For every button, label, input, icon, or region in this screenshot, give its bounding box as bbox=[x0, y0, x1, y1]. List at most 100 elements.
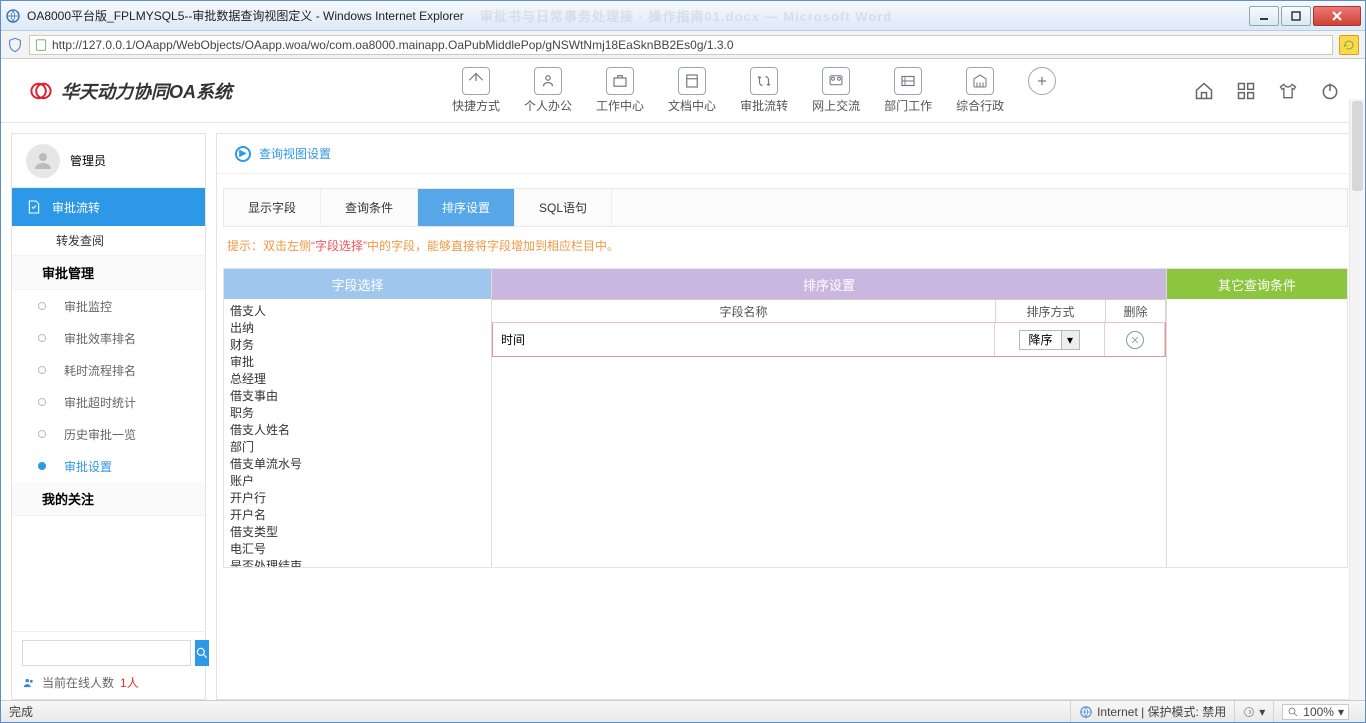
sidebar-item-label: 历史审批一览 bbox=[64, 426, 136, 443]
status-zone-internet: Internet | 保护模式: 禁用 bbox=[1070, 701, 1234, 722]
maximize-button[interactable] bbox=[1281, 6, 1311, 26]
topnav-icon bbox=[750, 67, 778, 95]
arrow-right-icon: ▶ bbox=[235, 146, 251, 162]
topnav-icon bbox=[462, 67, 490, 95]
sidebar-item-1[interactable]: 审批效率排名 bbox=[12, 322, 205, 354]
url-text: http://127.0.0.1/OAapp/WebObjects/OAapp.… bbox=[52, 38, 734, 52]
topnav-label: 工作中心 bbox=[596, 97, 644, 114]
sidebar-item-0[interactable]: 审批监控 bbox=[12, 290, 205, 322]
sidebar-link-forward[interactable]: 转发查阅 bbox=[12, 226, 205, 256]
topnav-item-3[interactable]: 文档中心 bbox=[668, 67, 716, 114]
sidebar-item-3[interactable]: 审批超时统计 bbox=[12, 386, 205, 418]
sidebar-search-input[interactable] bbox=[22, 640, 191, 666]
field-list-item[interactable]: 账户 bbox=[230, 473, 485, 490]
zoom-dropdown[interactable]: 100% ▾ bbox=[1282, 704, 1349, 720]
field-list-item[interactable]: 职务 bbox=[230, 405, 485, 422]
sidebar-item-label: 审批效率排名 bbox=[64, 330, 136, 347]
field-list-item[interactable]: 部门 bbox=[230, 439, 485, 456]
field-list-item[interactable]: 借支人 bbox=[230, 303, 485, 320]
field-list-item[interactable]: 电汇号 bbox=[230, 541, 485, 558]
topnav-add-button[interactable] bbox=[1028, 67, 1056, 114]
sort-field-name: 时间 bbox=[493, 323, 995, 356]
topnav-item-6[interactable]: 部门工作 bbox=[884, 67, 932, 114]
sidebar-group-follow[interactable]: 我的关注 bbox=[12, 482, 205, 516]
logo-icon bbox=[25, 81, 53, 101]
col-header-other: 其它查询条件 bbox=[1167, 269, 1347, 299]
sidebar-search-button[interactable] bbox=[195, 640, 209, 666]
delete-row-button[interactable] bbox=[1126, 331, 1144, 349]
sidebar-item-label: 审批设置 bbox=[64, 458, 112, 475]
sidebar-group-manage[interactable]: 审批管理 bbox=[12, 256, 205, 290]
topnav-label: 综合行政 bbox=[956, 97, 1004, 114]
sort-grid-header: 字段名称 排序方式 删除 bbox=[492, 299, 1166, 323]
topnav-icon bbox=[606, 67, 634, 95]
dot-icon bbox=[38, 366, 46, 374]
other-conditions-column: 其它查询条件 bbox=[1167, 269, 1347, 567]
app-header: 华天动力协同OA系统 快捷方式个人办公工作中心文档中心审批流转网上交流部门工作综… bbox=[1, 59, 1365, 123]
topnav-item-1[interactable]: 个人办公 bbox=[524, 67, 572, 114]
hint-text: 提示：双击左侧“字段选择”中的字段，能够直接将字段增加到相应栏目中。 bbox=[227, 237, 1344, 254]
dot-icon bbox=[38, 430, 46, 438]
field-list-item[interactable]: 总经理 bbox=[230, 371, 485, 388]
background-window-title: 审批书与日常事务处理接 · 操作指南01.docx — Microsoft Wo… bbox=[480, 6, 892, 25]
chevron-down-icon: ▾ bbox=[1061, 331, 1079, 349]
field-list-item[interactable]: 借支人姓名 bbox=[230, 422, 485, 439]
home-icon[interactable] bbox=[1193, 80, 1215, 102]
dot-icon bbox=[38, 398, 46, 406]
field-list-item[interactable]: 借支单流水号 bbox=[230, 456, 485, 473]
sidebar-item-2[interactable]: 耗时流程排名 bbox=[12, 354, 205, 386]
apps-icon[interactable] bbox=[1235, 80, 1257, 102]
topnav-icon bbox=[894, 67, 922, 95]
topnav-item-2[interactable]: 工作中心 bbox=[596, 67, 644, 114]
topnav-item-7[interactable]: 综合行政 bbox=[956, 67, 1004, 114]
field-list[interactable]: 借支人出纳财务审批总经理借支事由职务借支人姓名部门借支单流水号账户开户行开户名借… bbox=[224, 299, 491, 567]
field-list-item[interactable]: 开户行 bbox=[230, 490, 485, 507]
dot-icon bbox=[38, 302, 46, 310]
window-titlebar: OA8000平台版_FPLMYSQL5--审批数据查询视图定义 - Window… bbox=[1, 1, 1365, 31]
topnav-item-5[interactable]: 网上交流 bbox=[812, 67, 860, 114]
power-icon[interactable] bbox=[1319, 80, 1341, 102]
field-select-column: 字段选择 借支人出纳财务审批总经理借支事由职务借支人姓名部门借支单流水号账户开户… bbox=[224, 269, 492, 567]
url-input[interactable]: http://127.0.0.1/OAapp/WebObjects/OAapp.… bbox=[29, 35, 1333, 55]
sidebar-item-label: 审批监控 bbox=[64, 298, 112, 315]
sort-settings-column: 排序设置 字段名称 排序方式 删除 时间 降序▾ bbox=[492, 269, 1167, 567]
close-button[interactable] bbox=[1313, 6, 1361, 26]
refresh-button[interactable] bbox=[1339, 35, 1359, 55]
topnav-item-0[interactable]: 快捷方式 bbox=[452, 67, 500, 114]
sort-order-select[interactable]: 降序▾ bbox=[1019, 330, 1079, 350]
sidebar-item-5[interactable]: 审批设置 bbox=[12, 450, 205, 482]
field-list-item[interactable]: 审批 bbox=[230, 354, 485, 371]
dot-icon bbox=[38, 462, 46, 470]
sidebar: 管理员 审批流转 转发查阅 审批管理 审批监控审批效率排名耗时流程排名审批超时统… bbox=[11, 133, 206, 700]
content-tab-0[interactable]: 显示字段 bbox=[224, 189, 321, 226]
topnav-label: 文档中心 bbox=[668, 97, 716, 114]
data-area: 字段选择 借支人出纳财务审批总经理借支事由职务借支人姓名部门借支单流水号账户开户… bbox=[223, 268, 1348, 568]
shield-icon[interactable] bbox=[7, 37, 23, 53]
field-list-item[interactable]: 借支事由 bbox=[230, 388, 485, 405]
user-block: 管理员 bbox=[12, 134, 205, 188]
minimize-button[interactable] bbox=[1249, 6, 1279, 26]
content-tab-1[interactable]: 查询条件 bbox=[321, 189, 418, 226]
status-bar: 完成 Internet | 保护模式: 禁用 ▾ 100% ▾ bbox=[1, 700, 1365, 722]
sidebar-section-approval[interactable]: 审批流转 bbox=[12, 188, 205, 226]
field-list-item[interactable]: 借支类型 bbox=[230, 524, 485, 541]
content-title: ▶ 查询视图设置 bbox=[217, 134, 1354, 174]
content-tab-2[interactable]: 排序设置 bbox=[418, 189, 515, 226]
field-list-item[interactable]: 是否处理结束 bbox=[230, 558, 485, 567]
address-bar: http://127.0.0.1/OAapp/WebObjects/OAapp.… bbox=[1, 31, 1365, 59]
topnav-label: 审批流转 bbox=[740, 97, 788, 114]
col-header-sort: 排序设置 bbox=[492, 269, 1166, 299]
field-list-item[interactable]: 开户名 bbox=[230, 507, 485, 524]
field-list-item[interactable]: 出纳 bbox=[230, 320, 485, 337]
shirt-icon[interactable] bbox=[1277, 80, 1299, 102]
content-tab-3[interactable]: SQL语句 bbox=[515, 189, 612, 226]
sidebar-item-label: 审批超时统计 bbox=[64, 394, 136, 411]
online-count: 1人 bbox=[120, 674, 139, 691]
topnav-label: 部门工作 bbox=[884, 97, 932, 114]
sidebar-item-4[interactable]: 历史审批一览 bbox=[12, 418, 205, 450]
content-scrollbar[interactable] bbox=[1349, 99, 1365, 700]
topnav-item-4[interactable]: 审批流转 bbox=[740, 67, 788, 114]
field-list-item[interactable]: 财务 bbox=[230, 337, 485, 354]
status-tools[interactable]: ▾ bbox=[1234, 701, 1273, 722]
topnav-icon bbox=[822, 67, 850, 95]
